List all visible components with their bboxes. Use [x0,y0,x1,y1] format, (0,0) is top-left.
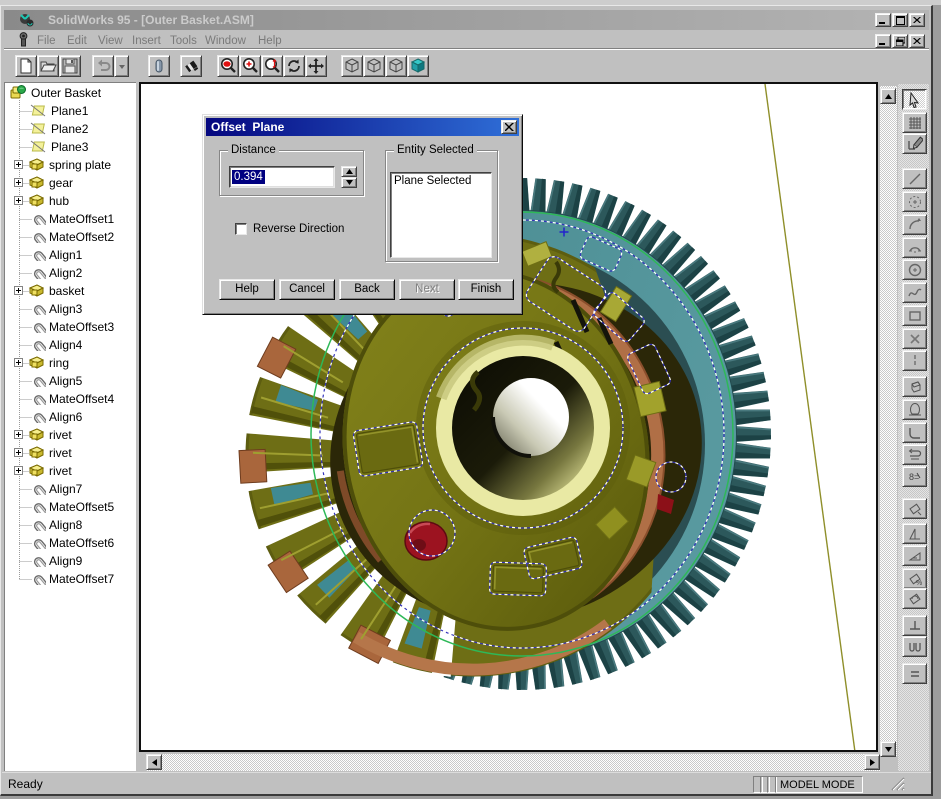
svg-text:%: % [916,580,922,587]
